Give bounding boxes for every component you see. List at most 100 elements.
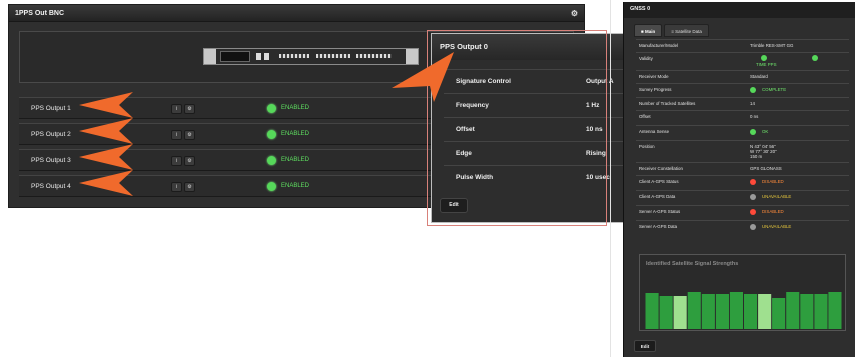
gnss-key: Antenna Sense (639, 129, 670, 134)
output-label: PPS Output 1 (31, 105, 71, 112)
signal-bar (758, 294, 772, 329)
gnss-key: Server A-GPS Status (639, 209, 681, 214)
tab-bar: ■ Main ≡ Satellite Data (634, 24, 709, 37)
client-agps-data: UNAVAILABLE (762, 194, 792, 200)
tab-satellite-data[interactable]: ≡ Satellite Data (664, 24, 709, 37)
status-led-icon (267, 182, 276, 191)
screenshot-canvas: 1PPS Out BNC ⚙ PPS Output 1 i ⚙ ENABLED (0, 0, 855, 357)
tab-label: Main (644, 29, 656, 34)
output-label: PPS Output 3 (31, 157, 71, 164)
port (256, 53, 261, 60)
detail-value: 1 Hz (586, 102, 600, 109)
panel-title: 1PPS Out BNC (15, 9, 65, 17)
divider (610, 0, 611, 357)
gnss-key: Receiver Constellation (639, 166, 683, 171)
status-led-icon (750, 87, 756, 93)
detail-key: Edge (456, 150, 472, 157)
settings-button[interactable]: ⚙ (184, 104, 195, 114)
edit-button[interactable]: Edit (634, 340, 656, 352)
gnss-row: Survey Progress COMPLETE (636, 83, 849, 97)
settings-button[interactable]: ⚙ (184, 156, 195, 166)
gnss-row: Receiver Constellation GPS GLONASS (636, 162, 849, 175)
signal-bar (729, 292, 743, 329)
port (264, 53, 269, 60)
gnss-value: UNAVAILABLE (750, 194, 791, 200)
status-led-icon (267, 130, 276, 139)
status-led-icon (267, 156, 276, 165)
pps-led-icon (812, 55, 818, 61)
signal-bar (645, 293, 659, 329)
gnss-row: Validity TIME PPS (636, 52, 849, 70)
info-button[interactable]: i (171, 182, 182, 192)
gnss-title: GNSS 0 (624, 2, 855, 18)
signal-bar (659, 296, 673, 329)
detail-row: Offset 10 ns (444, 117, 634, 141)
gnss-row: Client A-GPS Data UNAVAILABLE (636, 190, 849, 205)
gnss-value: UNAVAILABLE (750, 224, 791, 230)
status-text: ENABLED (281, 183, 310, 189)
signal-bar (828, 292, 842, 329)
gnss-row: Server A-GPS Status DISABLED (636, 205, 849, 220)
arrow-icon (79, 144, 133, 170)
antenna-status: OK (762, 129, 769, 135)
rack-ear-left (204, 49, 216, 64)
validity-labels: TIME PPS (756, 62, 777, 67)
gnss-row: Receiver Mode Standard (636, 70, 849, 83)
gnss-panel: GNSS 0 ■ Main ≡ Satellite Data Manufactu… (623, 2, 855, 357)
gnss-value: DISABLED (750, 209, 784, 215)
gnss-key: Position (639, 144, 655, 149)
detail-key: Frequency (456, 102, 489, 109)
signal-bar (673, 296, 687, 329)
arrow-icon (79, 92, 133, 118)
gnss-value: COMPLETE (750, 87, 786, 93)
pps-output-detail-panel: PPS Output 0 Signature Control Output A F… (431, 33, 634, 223)
gnss-value: GPS GLONASS (750, 166, 782, 171)
gnss-value: DISABLED (750, 179, 784, 185)
status-text: ENABLED (281, 157, 310, 163)
gnss-value: Standard (750, 74, 768, 79)
detail-row: Signature Control Output A (444, 69, 634, 93)
gnss-row: Number of Tracked Satellites 14 (636, 97, 849, 110)
settings-button[interactable]: ⚙ (184, 130, 195, 140)
gnss-value: OK (750, 129, 768, 135)
signal-bar (772, 298, 786, 329)
info-button[interactable]: i (171, 104, 182, 114)
gnss-key: Validity (639, 56, 653, 61)
tab-label: Satellite Data (675, 29, 702, 34)
gnss-row: Offset 0 ns (636, 110, 849, 125)
server-agps-data: UNAVAILABLE (762, 224, 792, 230)
status-led-icon (750, 209, 756, 215)
gnss-key: Client A-GPS Data (639, 194, 676, 199)
gear-icon[interactable]: ⚙ (571, 9, 578, 18)
detail-table: Signature Control Output A Frequency 1 Hz … (444, 69, 634, 189)
detail-key: Offset (456, 126, 475, 133)
info-button[interactable]: i (171, 130, 182, 140)
edit-button[interactable]: Edit (440, 198, 468, 213)
survey-status: COMPLETE (762, 87, 787, 93)
tab-main[interactable]: ■ Main (634, 24, 663, 37)
signal-bar (701, 294, 715, 329)
detail-key: Signature Control (456, 78, 511, 85)
gnss-table: Manufacturer/Model Trimble RES-SMT GG Val… (636, 39, 849, 235)
gnss-key: Client A-GPS Status (639, 179, 679, 184)
signal-title: Identified Satellite Signal Strengths (646, 261, 739, 267)
connector-strip (356, 54, 392, 58)
signal-strength-panel: Identified Satellite Signal Strengths (639, 254, 846, 331)
output-label: PPS Output 4 (31, 183, 71, 190)
signal-bar (744, 294, 758, 329)
time-led-icon (761, 55, 767, 61)
settings-button[interactable]: ⚙ (184, 182, 195, 192)
detail-value: 10 usec (586, 174, 610, 181)
info-button[interactable]: i (171, 156, 182, 166)
gnss-value: 14 (750, 101, 755, 106)
gnss-row: Client A-GPS Status DISABLED (636, 175, 849, 190)
gnss-key: Offset (639, 114, 651, 119)
gnss-row: Manufacturer/Model Trimble RES-SMT GG (636, 39, 849, 52)
detail-value: 10 ns (586, 126, 603, 133)
connector-strip (316, 54, 350, 58)
detail-row: Frequency 1 Hz (444, 93, 634, 117)
gnss-value: N 43° 04' 56" W 77° 30' 20" 150 m (750, 144, 777, 159)
arrow-icon (79, 170, 133, 196)
signal-bar (715, 294, 729, 329)
detail-row: Pulse Width 10 usec (444, 165, 634, 189)
